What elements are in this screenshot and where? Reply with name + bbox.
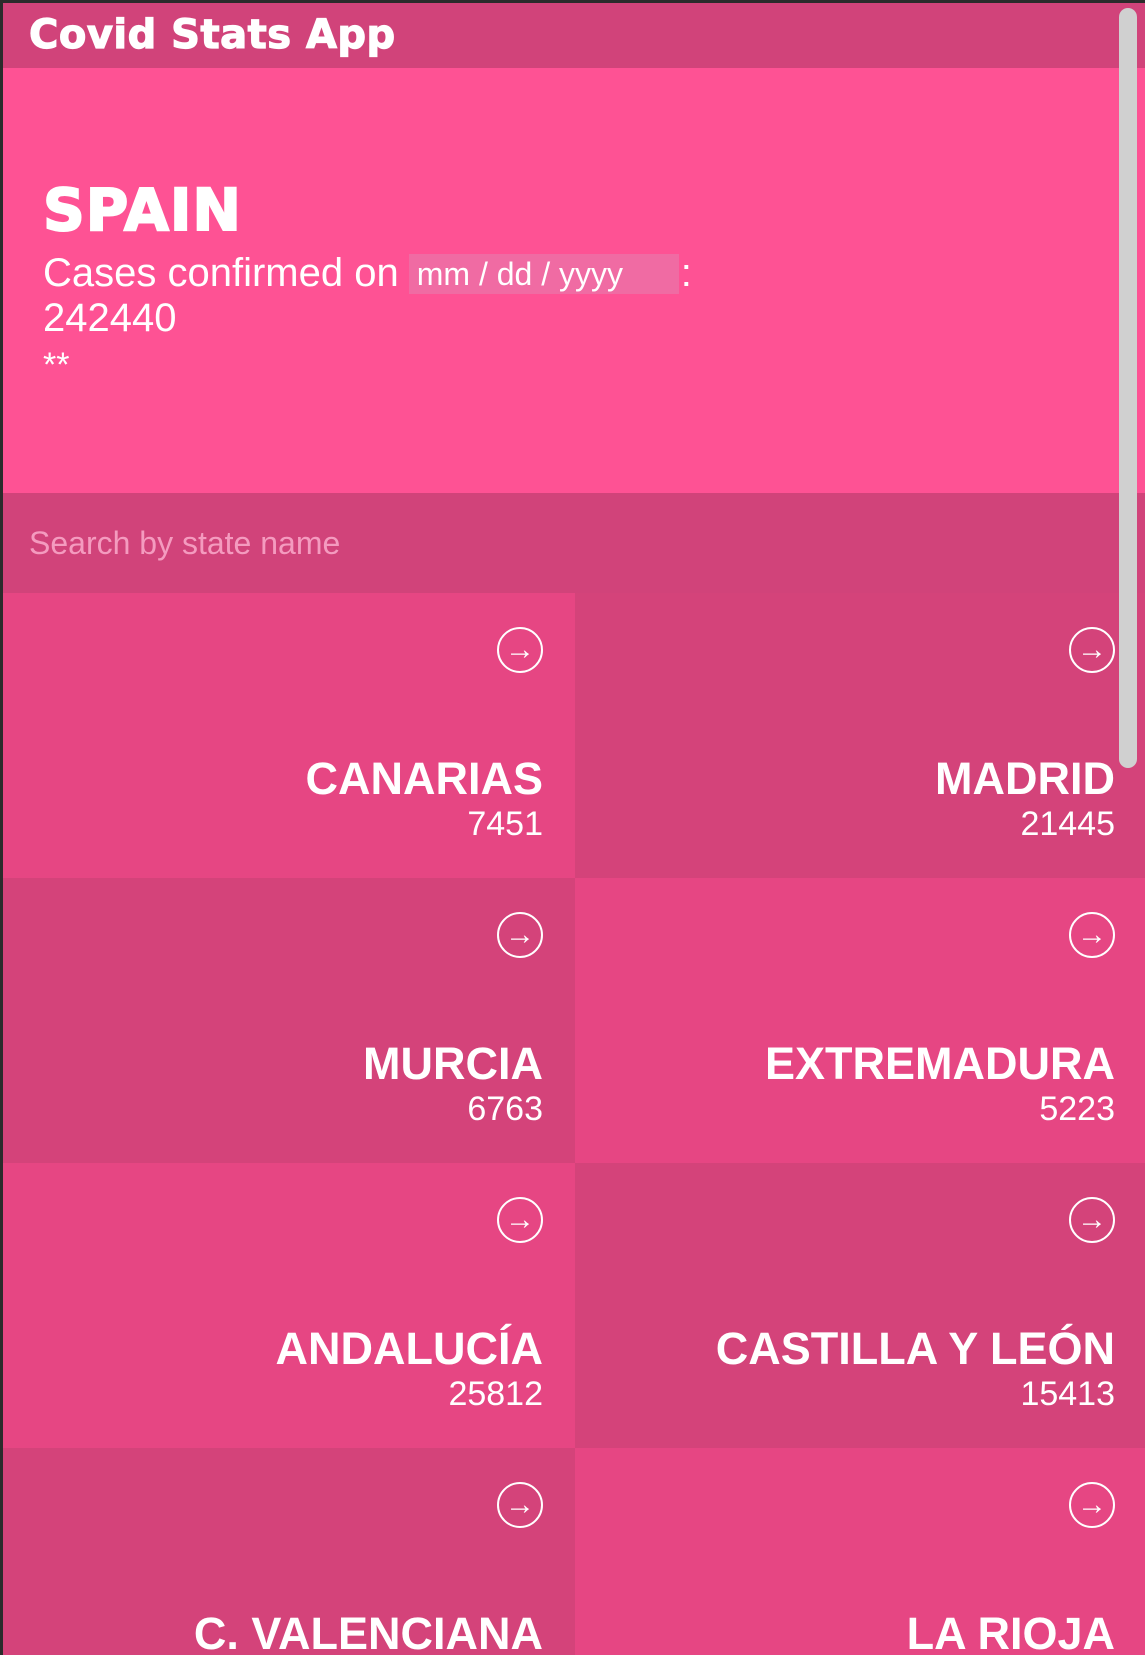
state-name: CANARIAS [305,753,543,804]
state-name: MADRID [935,753,1115,804]
state-name: C. VALENCIANA [193,1608,543,1655]
date-input[interactable]: mm / dd / yyyy [408,253,679,294]
arrow-right-circle-icon[interactable]: → [497,1197,543,1243]
arrow-right-circle-icon[interactable]: → [497,627,543,673]
state-name: CASTILLA Y LEÓN [715,1323,1115,1374]
state-case-count: 15413 [1020,1375,1115,1413]
state-tile[interactable]: → CASTILLA Y LEÓN 15413 [575,1163,1145,1448]
total-cases: 242440 [43,296,177,340]
country-name: SPAIN [42,175,242,245]
arrow-right-circle-icon[interactable]: → [1069,1482,1115,1528]
cases-note: ** [43,346,70,384]
arrow-right-circle-icon[interactable]: → [1069,1197,1115,1243]
state-case-count: 21445 [1020,805,1115,843]
state-tile[interactable]: → CANARIAS 7451 [3,593,575,878]
state-tile[interactable]: → EXTREMADURA 5223 [575,878,1145,1163]
scrollbar-thumb[interactable] [1119,8,1137,768]
state-tile[interactable]: → MURCIA 6763 [3,878,575,1163]
state-name: EXTREMADURA [764,1038,1115,1089]
search-input[interactable]: Search by state name [3,493,1145,593]
arrow-right-circle-icon[interactable]: → [497,912,543,958]
state-case-count: 5223 [1039,1090,1115,1128]
arrow-right-circle-icon[interactable]: → [1069,912,1115,958]
state-name: ANDALUCÍA [275,1323,543,1374]
country-summary: SPAIN Cases confirmed on mm / dd / yyyy … [3,68,1145,493]
state-tile[interactable]: → C. VALENCIANA [3,1448,575,1655]
app-title: Covid Stats App [3,3,1145,68]
state-name: LA RIOJA [906,1608,1115,1655]
app-viewport: Covid Stats App SPAIN Cases confirmed on… [3,3,1145,1655]
state-tile[interactable]: → LA RIOJA [575,1448,1145,1655]
cases-label: Cases confirmed on [43,251,399,295]
cases-colon: : [680,251,692,295]
arrow-right-circle-icon[interactable]: → [497,1482,543,1528]
arrow-right-circle-icon[interactable]: → [1069,627,1115,673]
cases-confirmed-line: Cases confirmed on mm / dd / yyyy : [43,251,692,296]
state-case-count: 6763 [467,1090,543,1128]
state-case-count: 25812 [448,1375,543,1413]
state-case-count: 7451 [467,805,543,843]
state-name: MURCIA [363,1038,543,1089]
state-tile[interactable]: → MADRID 21445 [575,593,1145,878]
state-tile[interactable]: → ANDALUCÍA 25812 [3,1163,575,1448]
